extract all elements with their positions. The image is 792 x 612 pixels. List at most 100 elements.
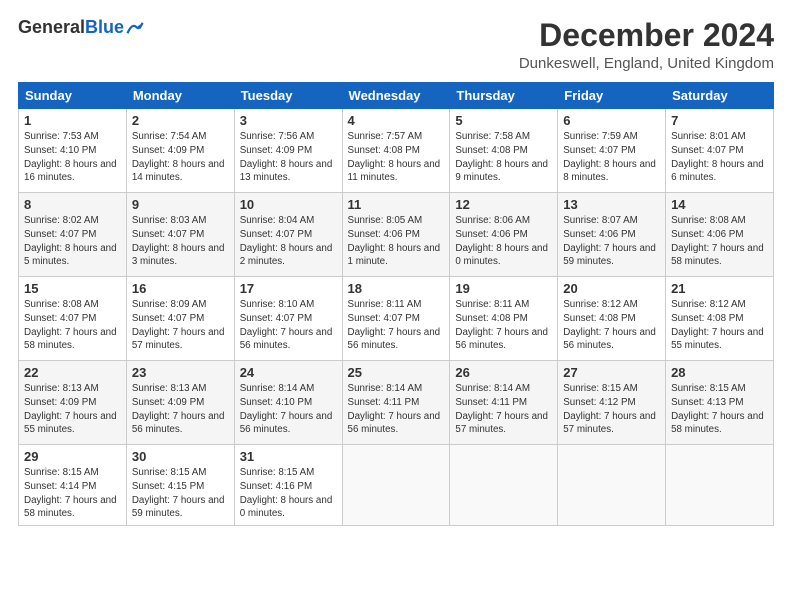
table-row: 11 Sunrise: 8:05 AM Sunset: 4:06 PM Dayl… [342, 193, 450, 277]
day-number: 20 [563, 281, 660, 296]
table-row: 4 Sunrise: 7:57 AM Sunset: 4:08 PM Dayli… [342, 109, 450, 193]
calendar-week-row: 15 Sunrise: 8:08 AM Sunset: 4:07 PM Dayl… [19, 277, 774, 361]
table-row: 5 Sunrise: 7:58 AM Sunset: 4:08 PM Dayli… [450, 109, 558, 193]
day-number: 22 [24, 365, 121, 380]
table-row: 24 Sunrise: 8:14 AM Sunset: 4:10 PM Dayl… [234, 361, 342, 445]
table-row: 20 Sunrise: 8:12 AM Sunset: 4:08 PM Dayl… [558, 277, 666, 361]
table-row: 12 Sunrise: 8:06 AM Sunset: 4:06 PM Dayl… [450, 193, 558, 277]
day-number: 30 [132, 449, 229, 464]
day-number: 31 [240, 449, 337, 464]
col-thursday: Thursday [450, 83, 558, 109]
table-row: 2 Sunrise: 7:54 AM Sunset: 4:09 PM Dayli… [126, 109, 234, 193]
day-number: 16 [132, 281, 229, 296]
day-number: 18 [348, 281, 445, 296]
calendar-table: Sunday Monday Tuesday Wednesday Thursday… [18, 82, 774, 526]
table-row: 29 Sunrise: 8:15 AM Sunset: 4:14 PM Dayl… [19, 445, 127, 526]
day-number: 10 [240, 197, 337, 212]
col-friday: Friday [558, 83, 666, 109]
col-monday: Monday [126, 83, 234, 109]
day-number: 6 [563, 113, 660, 128]
day-info: Sunrise: 8:14 AM Sunset: 4:10 PM Dayligh… [240, 382, 337, 437]
day-info: Sunrise: 8:08 AM Sunset: 4:07 PM Dayligh… [24, 298, 121, 353]
table-row: 1 Sunrise: 7:53 AM Sunset: 4:10 PM Dayli… [19, 109, 127, 193]
day-info: Sunrise: 8:14 AM Sunset: 4:11 PM Dayligh… [348, 382, 445, 437]
table-row: 14 Sunrise: 8:08 AM Sunset: 4:06 PM Dayl… [666, 193, 774, 277]
day-number: 29 [24, 449, 121, 464]
table-row: 31 Sunrise: 8:15 AM Sunset: 4:16 PM Dayl… [234, 445, 342, 526]
day-info: Sunrise: 7:53 AM Sunset: 4:10 PM Dayligh… [24, 130, 121, 185]
logo: GeneralBlue [18, 18, 144, 38]
table-row [666, 445, 774, 526]
day-number: 12 [455, 197, 552, 212]
day-number: 14 [671, 197, 768, 212]
table-row [450, 445, 558, 526]
table-row: 22 Sunrise: 8:13 AM Sunset: 4:09 PM Dayl… [19, 361, 127, 445]
title-block: December 2024 Dunkeswell, England, Unite… [519, 18, 774, 72]
table-row: 30 Sunrise: 8:15 AM Sunset: 4:15 PM Dayl… [126, 445, 234, 526]
day-info: Sunrise: 8:15 AM Sunset: 4:15 PM Dayligh… [132, 466, 229, 521]
table-row: 15 Sunrise: 8:08 AM Sunset: 4:07 PM Dayl… [19, 277, 127, 361]
day-number: 8 [24, 197, 121, 212]
table-row: 26 Sunrise: 8:14 AM Sunset: 4:11 PM Dayl… [450, 361, 558, 445]
col-sunday: Sunday [19, 83, 127, 109]
day-number: 9 [132, 197, 229, 212]
table-row [342, 445, 450, 526]
table-row: 28 Sunrise: 8:15 AM Sunset: 4:13 PM Dayl… [666, 361, 774, 445]
day-info: Sunrise: 8:05 AM Sunset: 4:06 PM Dayligh… [348, 214, 445, 269]
day-info: Sunrise: 7:59 AM Sunset: 4:07 PM Dayligh… [563, 130, 660, 185]
day-number: 23 [132, 365, 229, 380]
day-number: 13 [563, 197, 660, 212]
table-row [558, 445, 666, 526]
day-info: Sunrise: 8:11 AM Sunset: 4:08 PM Dayligh… [455, 298, 552, 353]
day-info: Sunrise: 8:13 AM Sunset: 4:09 PM Dayligh… [132, 382, 229, 437]
calendar-week-row: 1 Sunrise: 7:53 AM Sunset: 4:10 PM Dayli… [19, 109, 774, 193]
day-number: 26 [455, 365, 552, 380]
location-title: Dunkeswell, England, United Kingdom [519, 55, 774, 72]
table-row: 23 Sunrise: 8:13 AM Sunset: 4:09 PM Dayl… [126, 361, 234, 445]
day-info: Sunrise: 7:54 AM Sunset: 4:09 PM Dayligh… [132, 130, 229, 185]
day-info: Sunrise: 8:15 AM Sunset: 4:14 PM Dayligh… [24, 466, 121, 521]
day-info: Sunrise: 8:07 AM Sunset: 4:06 PM Dayligh… [563, 214, 660, 269]
day-number: 17 [240, 281, 337, 296]
table-row: 16 Sunrise: 8:09 AM Sunset: 4:07 PM Dayl… [126, 277, 234, 361]
col-saturday: Saturday [666, 83, 774, 109]
calendar-week-row: 8 Sunrise: 8:02 AM Sunset: 4:07 PM Dayli… [19, 193, 774, 277]
col-wednesday: Wednesday [342, 83, 450, 109]
table-row: 9 Sunrise: 8:03 AM Sunset: 4:07 PM Dayli… [126, 193, 234, 277]
day-info: Sunrise: 8:15 AM Sunset: 4:12 PM Dayligh… [563, 382, 660, 437]
day-number: 15 [24, 281, 121, 296]
day-number: 2 [132, 113, 229, 128]
day-number: 24 [240, 365, 337, 380]
month-title: December 2024 [519, 18, 774, 53]
logo-general: GeneralBlue [18, 18, 124, 38]
table-row: 18 Sunrise: 8:11 AM Sunset: 4:07 PM Dayl… [342, 277, 450, 361]
calendar-week-row: 29 Sunrise: 8:15 AM Sunset: 4:14 PM Dayl… [19, 445, 774, 526]
day-number: 28 [671, 365, 768, 380]
day-info: Sunrise: 8:14 AM Sunset: 4:11 PM Dayligh… [455, 382, 552, 437]
day-info: Sunrise: 8:04 AM Sunset: 4:07 PM Dayligh… [240, 214, 337, 269]
day-number: 27 [563, 365, 660, 380]
day-info: Sunrise: 8:09 AM Sunset: 4:07 PM Dayligh… [132, 298, 229, 353]
day-info: Sunrise: 7:57 AM Sunset: 4:08 PM Dayligh… [348, 130, 445, 185]
day-info: Sunrise: 8:12 AM Sunset: 4:08 PM Dayligh… [563, 298, 660, 353]
table-row: 3 Sunrise: 7:56 AM Sunset: 4:09 PM Dayli… [234, 109, 342, 193]
day-number: 19 [455, 281, 552, 296]
day-info: Sunrise: 8:12 AM Sunset: 4:08 PM Dayligh… [671, 298, 768, 353]
day-info: Sunrise: 8:11 AM Sunset: 4:07 PM Dayligh… [348, 298, 445, 353]
day-number: 7 [671, 113, 768, 128]
table-row: 10 Sunrise: 8:04 AM Sunset: 4:07 PM Dayl… [234, 193, 342, 277]
table-row: 25 Sunrise: 8:14 AM Sunset: 4:11 PM Dayl… [342, 361, 450, 445]
table-row: 7 Sunrise: 8:01 AM Sunset: 4:07 PM Dayli… [666, 109, 774, 193]
day-info: Sunrise: 8:08 AM Sunset: 4:06 PM Dayligh… [671, 214, 768, 269]
table-row: 19 Sunrise: 8:11 AM Sunset: 4:08 PM Dayl… [450, 277, 558, 361]
logo-icon [126, 21, 144, 35]
day-info: Sunrise: 8:13 AM Sunset: 4:09 PM Dayligh… [24, 382, 121, 437]
day-number: 4 [348, 113, 445, 128]
day-info: Sunrise: 8:01 AM Sunset: 4:07 PM Dayligh… [671, 130, 768, 185]
day-number: 3 [240, 113, 337, 128]
col-tuesday: Tuesday [234, 83, 342, 109]
header: GeneralBlue December 2024 Dunkeswell, En… [18, 18, 774, 72]
day-info: Sunrise: 8:02 AM Sunset: 4:07 PM Dayligh… [24, 214, 121, 269]
day-info: Sunrise: 8:03 AM Sunset: 4:07 PM Dayligh… [132, 214, 229, 269]
table-row: 17 Sunrise: 8:10 AM Sunset: 4:07 PM Dayl… [234, 277, 342, 361]
